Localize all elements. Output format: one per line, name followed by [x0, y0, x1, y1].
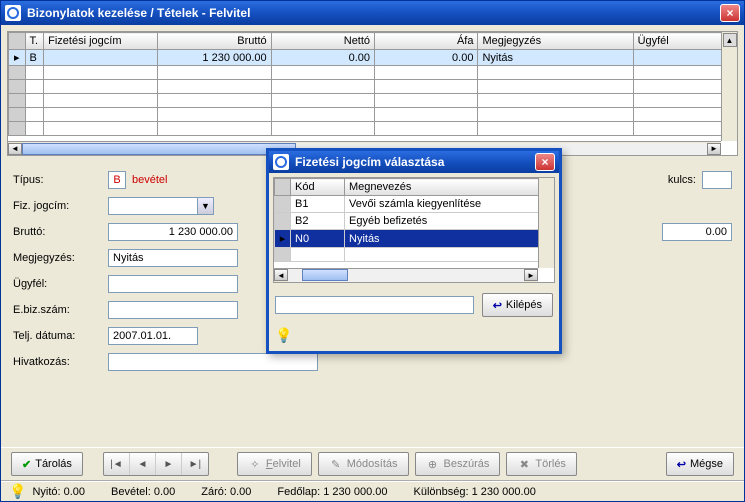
check-icon: ✔: [22, 458, 31, 471]
nav-first-icon[interactable]: |◄: [104, 453, 130, 475]
col-megj[interactable]: Megjegyzés: [478, 33, 633, 50]
dialog-vscroll[interactable]: [538, 178, 554, 268]
nav-next-icon[interactable]: ►: [156, 453, 182, 475]
delete-icon: ✖: [517, 457, 531, 471]
col-afa[interactable]: Áfa: [375, 33, 478, 50]
ugyfel-input[interactable]: [108, 275, 238, 293]
dialog-titlebar: Fizetési jogcím választása ×: [269, 151, 559, 173]
scroll-left-icon[interactable]: ◄: [274, 269, 288, 281]
torles-button[interactable]: ✖ Törlés: [506, 452, 577, 476]
megse-button[interactable]: ↩ Mégse: [666, 452, 734, 476]
hivatk-label: Hivatkozás:: [13, 356, 108, 368]
bulb-icon: 💡: [269, 323, 559, 348]
status-nyito: Nyitó: 0.00: [32, 486, 85, 498]
list-item[interactable]: ▸ N0 Nyitás: [275, 230, 554, 248]
ugyfel-label: Ügyfél:: [13, 278, 108, 290]
col-jogcim[interactable]: Fizetési jogcím: [44, 33, 158, 50]
grid-header-row: T. Fizetési jogcím Bruttó Nettó Áfa Megj…: [9, 33, 737, 50]
table-row[interactable]: ▸ B 1 230 000.00 0.00 0.00 Nyitás: [9, 50, 737, 66]
tipus-label: Típus:: [13, 174, 108, 186]
dialog-title: Fizetési jogcím választása: [295, 155, 444, 169]
tipus-code: B: [108, 171, 126, 189]
kilepes-button[interactable]: ↩ Kilépés: [482, 293, 553, 317]
plus-icon: ✧: [248, 457, 262, 471]
status-bevetel: Bevétel: 0.00: [111, 486, 175, 498]
tipus-text: bevétel: [132, 174, 167, 186]
col-t[interactable]: T.: [25, 33, 44, 50]
telj-input[interactable]: [108, 327, 198, 345]
fizjogcim-label: Fiz. jogcím:: [13, 200, 108, 212]
chevron-down-icon[interactable]: ▼: [198, 197, 214, 215]
status-zaro: Záró: 0.00: [201, 486, 251, 498]
list-item[interactable]: B1 Vevői számla kiegyenlítése: [275, 196, 554, 213]
dcol-kod[interactable]: Kód: [291, 179, 345, 196]
felvitel-button[interactable]: ✧ Felvitel: [237, 452, 312, 476]
exit-icon: ↩: [493, 299, 502, 312]
jogcim-dialog: Fizetési jogcím választása × Kód Megneve…: [266, 148, 562, 354]
telj-label: Telj. dátuma:: [13, 330, 108, 342]
kulcs-input[interactable]: [702, 171, 732, 189]
status-kulonbseg: Különbség: 1 230 000.00: [413, 486, 535, 498]
titlebar: Bizonylatok kezelése / Tételek - Felvite…: [1, 1, 744, 25]
close-icon[interactable]: ×: [720, 4, 740, 22]
nav-prev-icon[interactable]: ◄: [130, 453, 156, 475]
col-netto[interactable]: Nettó: [271, 33, 374, 50]
brutto-input[interactable]: [108, 223, 238, 241]
scroll-left-icon[interactable]: ◄: [8, 143, 22, 155]
afa-side-input[interactable]: [662, 223, 732, 241]
ebiz-input[interactable]: [108, 301, 238, 319]
status-fedolap: Fedőlap: 1 230 000.00: [277, 486, 387, 498]
hivatk-input[interactable]: [108, 353, 318, 371]
brutto-label: Bruttó:: [13, 226, 108, 238]
dialog-search-input[interactable]: [275, 296, 474, 314]
statusbar: 💡 Nyitó: 0.00 Bevétel: 0.00 Záró: 0.00 F…: [1, 481, 744, 501]
fizjogcim-input[interactable]: [108, 197, 198, 215]
tarolas-button[interactable]: ✔ Tárolás: [11, 452, 83, 476]
beszuras-button[interactable]: ⊕ Beszúrás: [415, 452, 501, 476]
fizjogcim-combo[interactable]: ▼: [108, 197, 214, 215]
dcol-megn[interactable]: Megnevezés: [345, 179, 554, 196]
edit-icon: ✎: [329, 457, 343, 471]
scroll-right-icon[interactable]: ►: [524, 269, 538, 281]
megj-input[interactable]: [108, 249, 238, 267]
app-icon: [5, 5, 21, 21]
list-item[interactable]: B2 Egyéb befizetés: [275, 213, 554, 230]
dialog-grid[interactable]: Kód Megnevezés B1 Vevői számla kiegyenlí…: [273, 177, 555, 283]
kulcs-label: kulcs:: [668, 174, 696, 186]
app-icon: [273, 154, 289, 170]
col-brutto[interactable]: Bruttó: [157, 33, 271, 50]
ebiz-label: E.biz.szám:: [13, 304, 108, 316]
nav-group[interactable]: |◄ ◄ ► ►|: [103, 452, 209, 476]
insert-icon: ⊕: [426, 457, 440, 471]
nav-last-icon[interactable]: ►|: [182, 453, 208, 475]
bulb-icon: 💡: [9, 483, 26, 500]
toolbar: ✔ Tárolás |◄ ◄ ► ►| ✧ Felvitel ✎ Módosít…: [1, 447, 744, 481]
grid-vscroll[interactable]: ▲: [721, 32, 737, 141]
main-window: Bizonylatok kezelése / Tételek - Felvite…: [0, 0, 745, 502]
modositas-button[interactable]: ✎ Módosítás: [318, 452, 409, 476]
window-title: Bizonylatok kezelése / Tételek - Felvite…: [27, 6, 250, 20]
back-icon: ↩: [677, 458, 686, 471]
megj-label: Megjegyzés:: [13, 252, 108, 264]
dialog-close-icon[interactable]: ×: [535, 153, 555, 171]
dialog-hscroll[interactable]: ◄ ►: [274, 268, 538, 282]
scroll-up-icon[interactable]: ▲: [723, 33, 737, 47]
scroll-right-icon[interactable]: ►: [707, 143, 721, 155]
items-grid[interactable]: T. Fizetési jogcím Bruttó Nettó Áfa Megj…: [7, 31, 738, 156]
